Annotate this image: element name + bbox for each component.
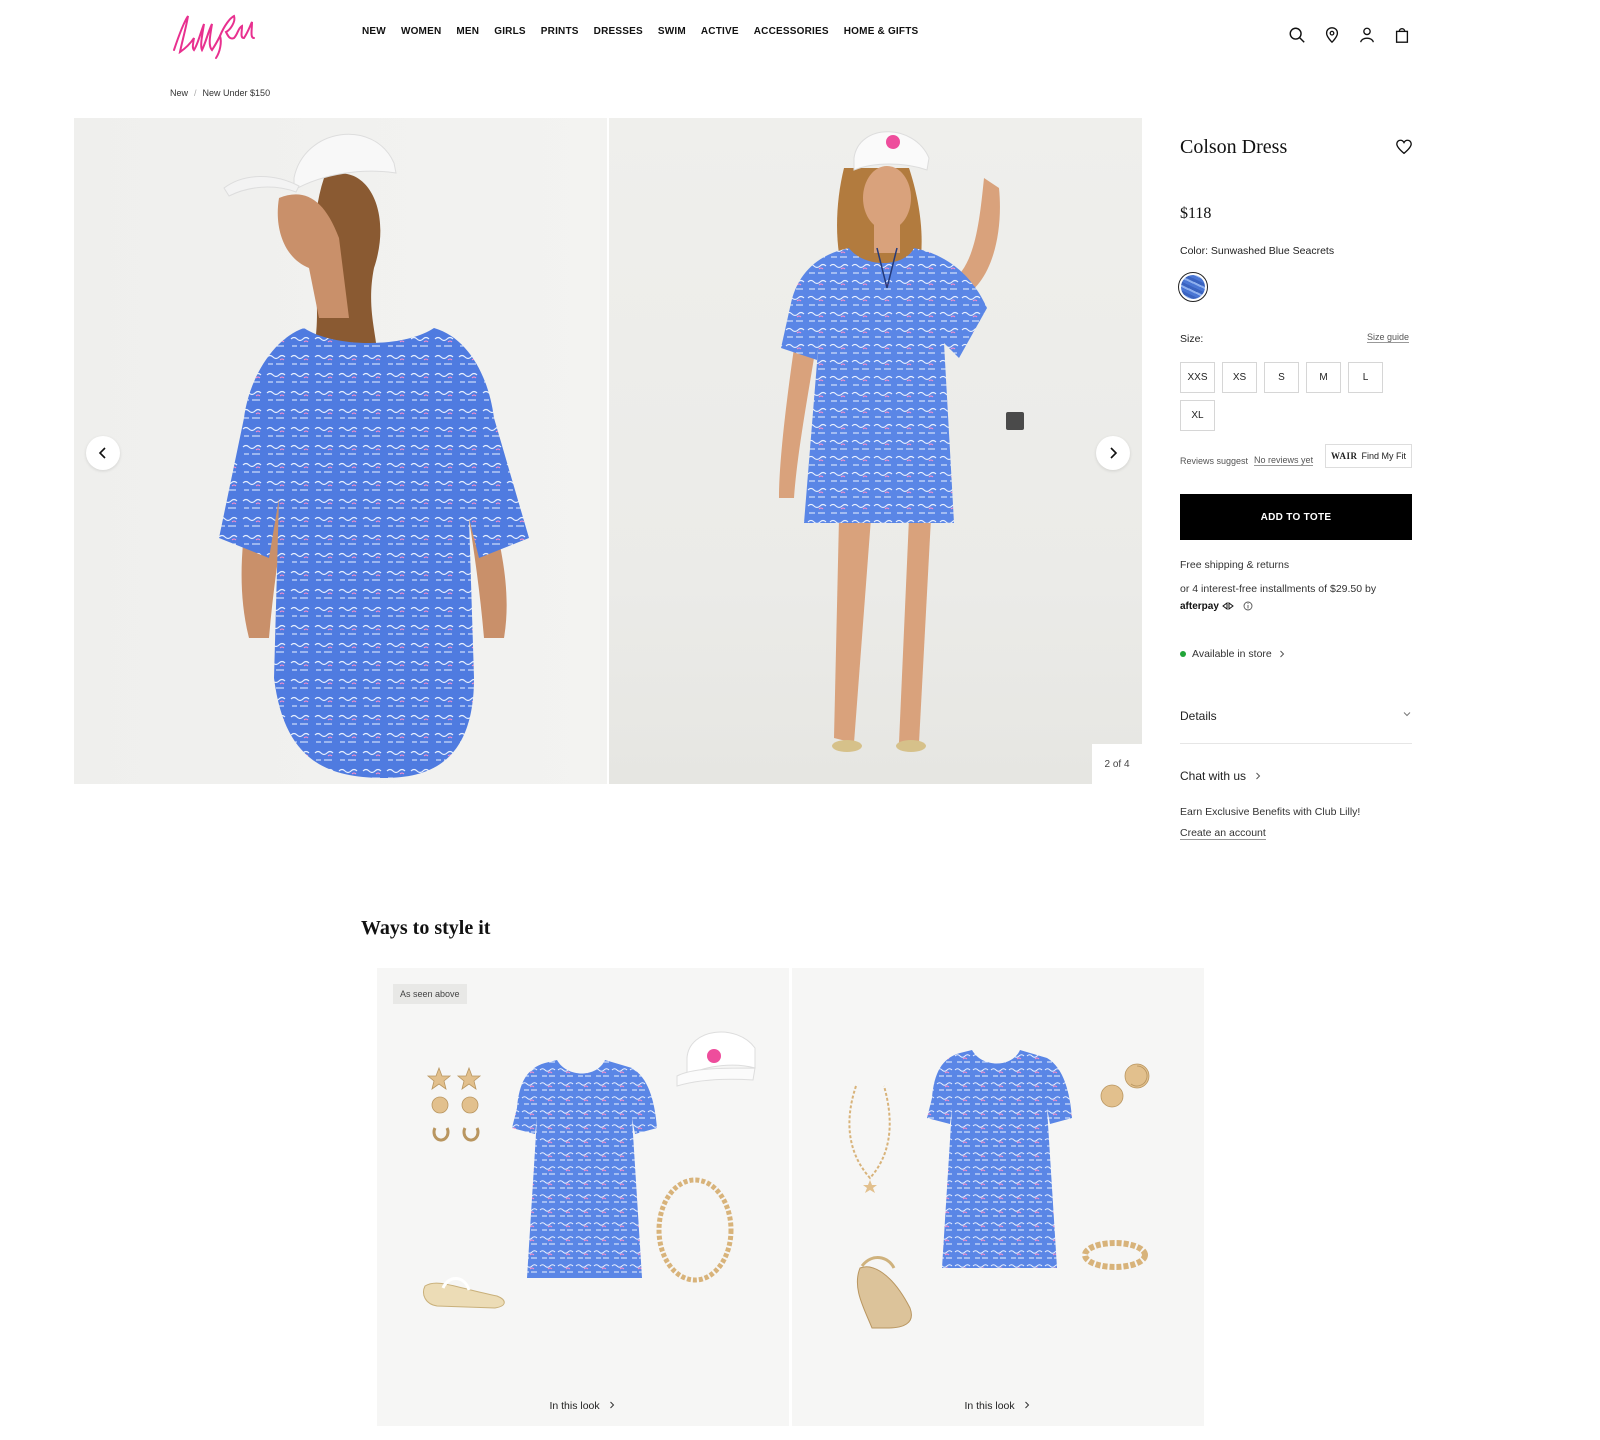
- product-photo-back: [74, 118, 607, 784]
- size-option-s[interactable]: S: [1264, 362, 1299, 393]
- chevron-right-icon: [609, 1401, 614, 1409]
- chat-with-us[interactable]: Chat with us: [1180, 769, 1263, 783]
- lilly-pulitzer-logo[interactable]: [168, 8, 260, 60]
- in-this-look-label: In this look: [549, 1400, 600, 1412]
- size-option-xl[interactable]: XL: [1180, 400, 1215, 431]
- bag-icon[interactable]: [1391, 24, 1413, 46]
- size-options: XXS XS S M L XL: [1180, 362, 1420, 431]
- find-my-fit-label: Find My Fit: [1361, 451, 1407, 461]
- size-guide-link[interactable]: Size guide: [1367, 332, 1410, 343]
- club-lilly-promo: Earn Exclusive Benefits with Club Lilly!: [1180, 806, 1361, 818]
- info-icon[interactable]: [1243, 601, 1253, 611]
- breadcrumb-separator: /: [194, 88, 197, 98]
- style-look-card[interactable]: In this look: [792, 968, 1204, 1426]
- gallery-counter: 2 of 4: [1092, 744, 1142, 784]
- product-gallery: 2 of 4: [74, 118, 1142, 784]
- nav-swim[interactable]: Swim: [658, 26, 686, 37]
- as-seen-above-badge: As seen above: [393, 984, 467, 1004]
- nav-dresses[interactable]: Dresses: [594, 26, 643, 37]
- nav-active[interactable]: Active: [701, 26, 739, 37]
- color-label: Color: Sunwashed Blue Seacrets: [1180, 245, 1335, 257]
- location-icon[interactable]: [1321, 24, 1343, 46]
- ways-to-style-title: Ways to style it: [361, 917, 491, 939]
- available-in-store[interactable]: Available in store: [1180, 648, 1286, 660]
- in-this-look-link[interactable]: In this look: [377, 1400, 789, 1412]
- chevron-right-icon: [1024, 1401, 1029, 1409]
- chevron-right-icon: [1110, 447, 1118, 459]
- availability-dot: [1180, 651, 1186, 657]
- look-illustration: [848, 1050, 1150, 1329]
- breadcrumb-new[interactable]: New: [170, 88, 188, 98]
- reviews-suggest: Reviews suggest No reviews yet: [1180, 455, 1314, 466]
- wair-brand: WAIR: [1330, 451, 1358, 461]
- size-option-m[interactable]: M: [1306, 362, 1341, 393]
- chevron-down-icon: [1403, 712, 1411, 717]
- chat-label: Chat with us: [1180, 769, 1247, 783]
- shipping-info: Free shipping & returns: [1180, 559, 1290, 571]
- in-this-look-label: In this look: [964, 1400, 1015, 1412]
- search-icon[interactable]: [1286, 24, 1308, 46]
- size-option-l[interactable]: L: [1348, 362, 1383, 393]
- add-to-tote-button[interactable]: ADD TO TOTE: [1180, 494, 1412, 540]
- no-reviews-link[interactable]: No reviews yet: [1254, 455, 1314, 466]
- product-price: $118: [1180, 205, 1212, 222]
- afterpay-arrows-icon: [1221, 602, 1234, 611]
- chevron-left-icon: [98, 447, 106, 459]
- details-label: Details: [1180, 709, 1217, 723]
- nav-accessories[interactable]: Accessories: [754, 26, 829, 37]
- product-photo-front: [609, 118, 1142, 784]
- breadcrumb: New / New Under $150: [170, 88, 270, 98]
- chevron-right-icon: [1256, 772, 1261, 780]
- afterpay-logo: afterpay: [1180, 601, 1219, 612]
- color-swatch-selected[interactable]: [1178, 272, 1208, 302]
- chevron-right-icon: [1279, 650, 1284, 658]
- size-option-xs[interactable]: XS: [1222, 362, 1257, 393]
- installments-info: or 4 interest-free installments of $29.5…: [1180, 581, 1420, 615]
- look-illustration: [423, 1031, 756, 1309]
- gallery-next-button[interactable]: [1096, 436, 1130, 470]
- gallery-prev-button[interactable]: [86, 436, 120, 470]
- details-accordion[interactable]: Details: [1180, 709, 1412, 744]
- nav-women[interactable]: Women: [401, 26, 441, 37]
- nav-men[interactable]: Men: [456, 26, 479, 37]
- account-icon[interactable]: [1356, 24, 1378, 46]
- reviews-suggest-label: Reviews suggest: [1180, 455, 1249, 466]
- nav-new[interactable]: New: [362, 26, 386, 37]
- in-this-look-link[interactable]: In this look: [792, 1400, 1204, 1412]
- available-label: Available in store: [1192, 648, 1272, 660]
- style-look-card[interactable]: As seen above In this look: [377, 968, 789, 1426]
- create-account-link[interactable]: Create an account: [1180, 827, 1266, 840]
- swatch-fill: [1181, 275, 1205, 299]
- size-label: Size:: [1180, 333, 1204, 345]
- overlay-marker: [1006, 412, 1024, 430]
- nav-home-gifts[interactable]: Home & Gifts: [844, 26, 919, 37]
- product-title: Colson Dress: [1180, 136, 1288, 158]
- wishlist-heart-icon[interactable]: [1395, 138, 1413, 156]
- main-nav: New Women Men Girls Prints Dresses Swim …: [362, 26, 933, 37]
- breadcrumb-new-under-150[interactable]: New Under $150: [203, 88, 271, 98]
- nav-prints[interactable]: Prints: [541, 26, 579, 37]
- nav-girls[interactable]: Girls: [494, 26, 526, 37]
- find-my-fit-button[interactable]: WAIR Find My Fit: [1325, 444, 1412, 468]
- size-option-xxs[interactable]: XXS: [1180, 362, 1215, 393]
- installments-text: or 4 interest-free installments of $29.5…: [1180, 583, 1377, 595]
